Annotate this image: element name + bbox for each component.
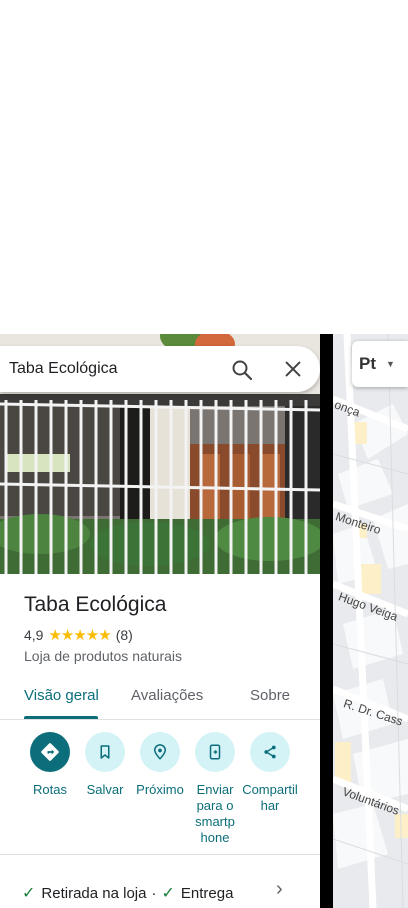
tab-overview[interactable]: Visão geral <box>24 687 99 704</box>
directions-button[interactable]: Rotas <box>20 732 80 798</box>
rating-value: 4,9 <box>24 627 44 643</box>
directions-label: Rotas <box>33 782 67 797</box>
delivery-label: Entrega <box>180 884 234 902</box>
nearby-label: Próximo <box>136 782 184 797</box>
action-buttons: Rotas Salvar Próximo Enviar para o smart… <box>0 732 320 845</box>
service-options[interactable]: ✓ Retirada na loja · ✓ Entrega <box>22 883 233 903</box>
nearby-icon <box>140 732 180 772</box>
save-label: Salvar <box>86 782 124 797</box>
map-canvas <box>333 334 408 908</box>
place-category[interactable]: Loja de produtos naturais <box>24 648 182 664</box>
tab-bar: Visão geral Avaliações Sobre <box>0 674 320 720</box>
map-language-label: Pt <box>359 354 376 373</box>
map-view[interactable]: onça Monteiro Hugo Veiga R. Dr. Cass Vol… <box>333 334 408 908</box>
active-tab-indicator <box>24 716 98 719</box>
save-button[interactable]: Salvar <box>75 732 135 798</box>
section-divider <box>0 854 320 855</box>
map-language-button[interactable]: Pt ▼ <box>352 341 408 387</box>
search-icon[interactable] <box>230 358 254 382</box>
service-separator: · <box>151 884 157 902</box>
send-to-phone-button[interactable]: Enviar para o smartphone <box>185 732 245 846</box>
check-icon: ✓ <box>22 885 36 902</box>
send-to-phone-label: Enviar para o smartphone <box>195 782 235 845</box>
nearby-button[interactable]: Próximo <box>130 732 190 798</box>
place-title: Taba Ecológica <box>24 593 167 616</box>
share-icon <box>250 732 290 772</box>
share-button[interactable]: Compartilhar <box>240 732 300 814</box>
chevron-right-icon[interactable]: › <box>276 878 283 901</box>
chevron-down-icon: ▼ <box>386 359 395 369</box>
close-icon[interactable] <box>282 358 304 380</box>
bookmark-icon <box>85 732 125 772</box>
blank-area <box>0 0 408 334</box>
check-icon: ✓ <box>161 885 175 902</box>
tab-reviews[interactable]: Avaliações <box>131 687 203 704</box>
search-box[interactable]: Taba Ecológica <box>0 346 320 392</box>
directions-icon <box>30 732 70 772</box>
send-to-phone-icon <box>195 732 235 772</box>
reviews-count[interactable]: (8) <box>116 627 133 643</box>
share-label: Compartilhar <box>242 782 298 813</box>
panel-divider <box>320 334 333 908</box>
star-rating-icon: ★★★★★ <box>48 627 111 644</box>
tab-about[interactable]: Sobre <box>250 687 290 704</box>
rating-row[interactable]: 4,9 ★★★★★ (8) <box>24 626 133 644</box>
app-root: onça Monteiro Hugo Veiga R. Dr. Cass Vol… <box>0 0 408 908</box>
pickup-label: Retirada na loja <box>41 884 147 902</box>
search-input[interactable]: Taba Ecológica <box>9 360 118 378</box>
place-panel: Taba Ecológica Taba Ecológica 4,9 ★★★★★ … <box>0 334 320 908</box>
